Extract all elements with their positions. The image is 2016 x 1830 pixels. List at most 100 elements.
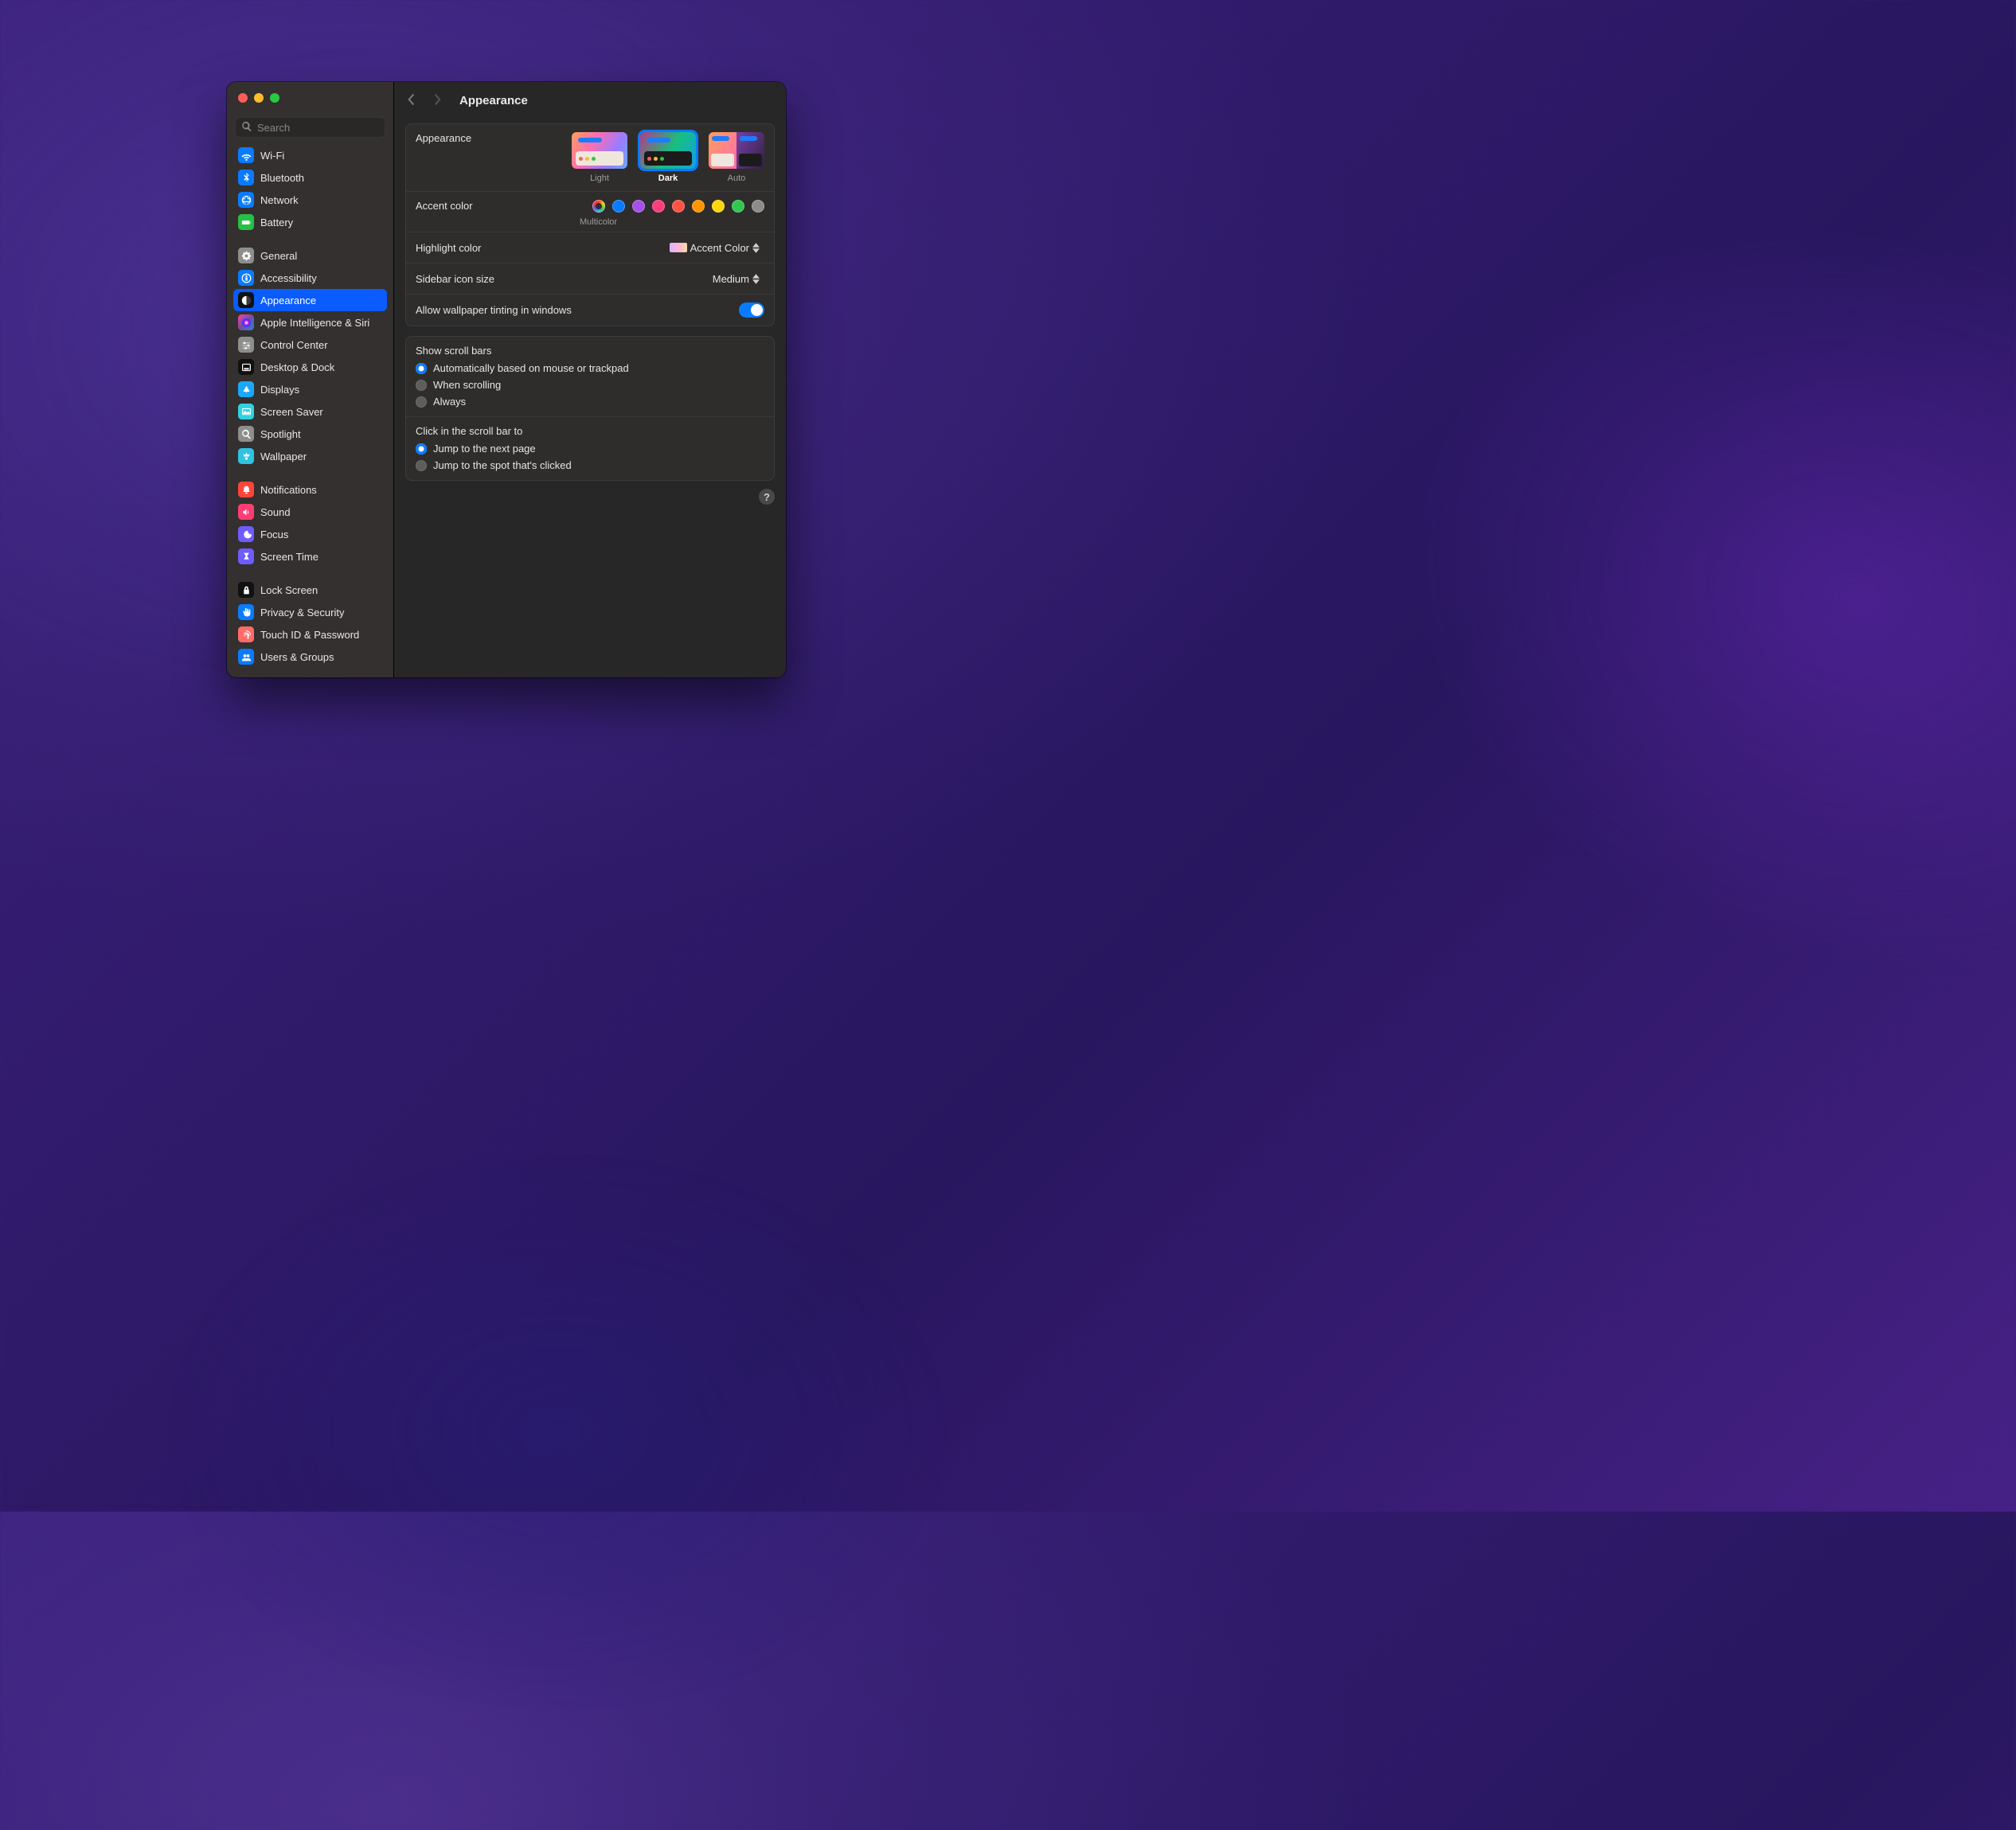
search-field[interactable] <box>235 117 385 138</box>
show-scroll-bars-option-1[interactable]: When scrolling <box>416 378 764 392</box>
sidebar-item-sound[interactable]: Sound <box>233 501 387 523</box>
sidebar-item-wi-fi[interactable]: Wi-Fi <box>233 144 387 166</box>
sidebar-item-label: Control Center <box>260 339 328 351</box>
search-icon <box>238 426 254 442</box>
accent-label: Accent color <box>416 200 592 212</box>
accent-pink[interactable] <box>652 200 665 213</box>
radio-label: Jump to the spot that's clicked <box>433 459 572 471</box>
sidebar-icon-size-value: Medium <box>713 273 749 285</box>
scroll-bar-click-option-0[interactable]: Jump to the next page <box>416 442 764 455</box>
show-scroll-bars-option-0[interactable]: Automatically based on mouse or trackpad <box>416 361 764 375</box>
sidebar-item-label: Displays <box>260 384 299 396</box>
appearance-option-dark[interactable]: Dark <box>640 132 696 183</box>
sidebar-item-touch-id-password[interactable]: Touch ID & Password <box>233 623 387 646</box>
sidebar-item-network[interactable]: Network <box>233 189 387 211</box>
moon-icon <box>238 526 254 542</box>
sidebar-item-label: Lock Screen <box>260 584 318 596</box>
sidebar-item-spotlight[interactable]: Spotlight <box>233 423 387 445</box>
appearance-thumb-auto <box>709 132 764 169</box>
sidebar-item-label: Screen Time <box>260 551 318 563</box>
sidebar-icon-size-popup[interactable]: Medium <box>709 271 764 286</box>
sidebar-item-control-center[interactable]: Control Center <box>233 334 387 356</box>
sidebar-item-users-groups[interactable]: Users & Groups <box>233 646 387 668</box>
page-title: Appearance <box>459 94 528 107</box>
siri-icon <box>238 314 254 330</box>
radio-icon <box>416 380 427 391</box>
sidebar-item-privacy-security[interactable]: Privacy & Security <box>233 601 387 623</box>
accent-red[interactable] <box>672 200 685 213</box>
chevron-up-down-icon <box>752 272 762 285</box>
sidebar-item-battery[interactable]: Battery <box>233 211 387 233</box>
sidebar-item-label: Wi-Fi <box>260 150 284 162</box>
sidebar-item-focus[interactable]: Focus <box>233 523 387 545</box>
accent-purple[interactable] <box>632 200 645 213</box>
accessibility-icon <box>238 270 254 286</box>
accent-orange[interactable] <box>692 200 705 213</box>
help-button[interactable]: ? <box>759 489 775 505</box>
sidebar-item-label: Focus <box>260 529 288 540</box>
sidebar-item-desktop-dock[interactable]: Desktop & Dock <box>233 356 387 378</box>
sidebar: Wi-Fi Bluetooth Network Battery GeneralAcces… <box>227 82 394 677</box>
sidebar-item-appearance[interactable]: Appearance <box>233 289 387 311</box>
scroll-bar-click-option-1[interactable]: Jump to the spot that's clicked <box>416 458 764 472</box>
sidebar-item-lock-screen[interactable]: Lock Screen <box>233 579 387 601</box>
search-input[interactable] <box>257 122 397 134</box>
sidebar-item-screen-saver[interactable]: Screen Saver <box>233 400 387 423</box>
bell-icon <box>238 482 254 497</box>
sidebar-list: Wi-Fi Bluetooth Network Battery GeneralAcces… <box>227 144 393 677</box>
back-button[interactable] <box>405 92 421 108</box>
radio-label: When scrolling <box>433 379 501 391</box>
sidebar-item-notifications[interactable]: Notifications <box>233 478 387 501</box>
wifi-icon <box>238 147 254 163</box>
fingerprint-icon <box>238 626 254 642</box>
sidebar-item-label: Screen Saver <box>260 406 323 418</box>
sidebar-item-general[interactable]: General <box>233 244 387 267</box>
accent-green[interactable] <box>732 200 744 213</box>
scroll-bar-click: Click in the scroll bar to Jump to the ne… <box>406 416 774 480</box>
zoom-icon[interactable] <box>270 93 279 103</box>
sidebar-item-label: Privacy & Security <box>260 607 344 618</box>
gear-icon <box>238 248 254 263</box>
sidebar-icon-size-label: Sidebar icon size <box>416 273 709 285</box>
wallpaper-tinting-toggle[interactable] <box>739 302 764 318</box>
accent-blue[interactable] <box>612 200 625 213</box>
sidebar-item-label: Network <box>260 194 299 206</box>
sidebar-item-label: Battery <box>260 217 293 228</box>
screensaver-icon <box>238 404 254 419</box>
radio-icon <box>416 363 427 374</box>
sidebar-item-wallpaper[interactable]: Wallpaper <box>233 445 387 467</box>
sidebar-item-displays[interactable]: Displays <box>233 378 387 400</box>
appearance-option-light[interactable]: Light <box>572 132 627 183</box>
accent-graphite[interactable] <box>752 200 764 213</box>
forward-button[interactable] <box>432 92 448 108</box>
scroll-bar-click-title: Click in the scroll bar to <box>416 425 764 437</box>
radio-icon <box>416 460 427 471</box>
sidebar-item-bluetooth[interactable]: Bluetooth <box>233 166 387 189</box>
globe-icon <box>238 192 254 208</box>
sidebar-item-label: Desktop & Dock <box>260 361 334 373</box>
minimize-icon[interactable] <box>254 93 264 103</box>
appearance-panel: Appearance LightDarkAuto Accent color Mu… <box>405 123 775 326</box>
sidebar-item-accessibility[interactable]: Accessibility <box>233 267 387 289</box>
sidebar-item-apple-intelligence-siri[interactable]: Apple Intelligence & Siri <box>233 311 387 334</box>
content-pane: Appearance Appearance LightDarkAuto Acce… <box>394 82 786 677</box>
sidebar-item-screen-time[interactable]: Screen Time <box>233 545 387 568</box>
appearance-option-auto[interactable]: Auto <box>709 132 764 183</box>
wallpaper-icon <box>238 448 254 464</box>
sliders-icon <box>238 337 254 353</box>
accent-multicolor[interactable] <box>592 200 605 213</box>
titlebar: Appearance <box>394 82 786 119</box>
radio-label: Jump to the next page <box>433 443 536 455</box>
sidebar-item-label: Touch ID & Password <box>260 629 359 641</box>
show-scroll-bars-option-2[interactable]: Always <box>416 395 764 408</box>
sidebar-item-label: Sound <box>260 506 291 518</box>
sidebar-item-label: Apple Intelligence & Siri <box>260 317 369 329</box>
highlight-label: Highlight color <box>416 242 666 254</box>
hourglass-icon <box>238 548 254 564</box>
accent-yellow[interactable] <box>712 200 725 213</box>
appearance-option-label: Auto <box>728 174 746 183</box>
scroll-panel: Show scroll barsAutomatically based on m… <box>405 336 775 481</box>
highlight-color-popup[interactable]: Accent Color <box>666 240 764 255</box>
sidebar-item-label: Spotlight <box>260 428 301 440</box>
close-icon[interactable] <box>238 93 248 103</box>
